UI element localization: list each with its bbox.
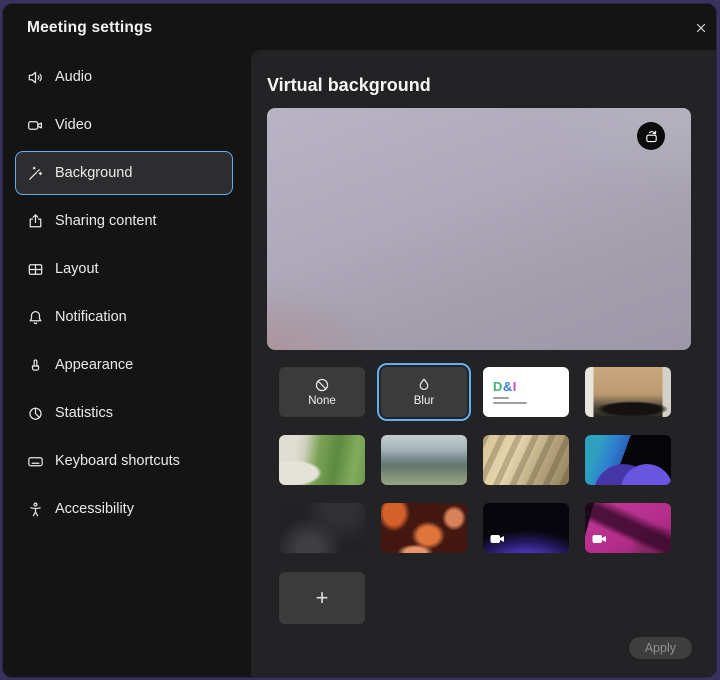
sidebar-item-sharing-content[interactable]: Sharing content	[15, 199, 233, 243]
bg-option-none[interactable]: None	[279, 367, 365, 417]
dni-logo-subtext	[493, 402, 527, 404]
flip-camera-icon	[643, 128, 660, 145]
sidebar-item-label: Appearance	[55, 357, 133, 373]
sidebar-item-statistics[interactable]: Statistics	[15, 391, 233, 435]
bg-thumbnail-abstract-blue-purple[interactable]	[585, 435, 671, 485]
sidebar-item-label: Keyboard shortcuts	[55, 453, 180, 469]
apply-button[interactable]: Apply	[629, 637, 692, 659]
bell-icon	[25, 307, 45, 327]
sidebar-item-label: Audio	[55, 69, 92, 85]
bg-option-label: Blur	[414, 396, 434, 408]
dni-logo-text: D&I	[493, 380, 517, 393]
plus-icon: +	[316, 585, 329, 611]
bg-thumbnail-pink-abstract[interactable]	[585, 503, 671, 553]
sidebar-item-layout[interactable]: Layout	[15, 247, 233, 291]
speaker-icon	[25, 67, 45, 87]
sidebar-item-label: Statistics	[55, 405, 113, 421]
paintbrush-icon	[25, 355, 45, 375]
pie-chart-icon	[25, 403, 45, 423]
video-camera-icon	[25, 115, 45, 135]
close-button[interactable]	[690, 17, 712, 39]
share-icon	[25, 211, 45, 231]
sidebar-item-accessibility[interactable]: Accessibility	[15, 487, 233, 531]
video-badge-icon	[490, 534, 505, 544]
bg-option-label: None	[308, 396, 336, 408]
bg-thumbnail-living-room[interactable]	[279, 435, 365, 485]
accessibility-icon	[25, 499, 45, 519]
bg-thumbnail-window-shadows[interactable]	[483, 435, 569, 485]
magic-wand-icon	[25, 163, 45, 183]
close-icon	[693, 20, 709, 36]
sidebar-item-video[interactable]: Video	[15, 103, 233, 147]
bg-thumbnail-purple-glow[interactable]	[483, 503, 569, 553]
bg-thumbnail-blurred-mountains[interactable]	[381, 435, 467, 485]
screen: Meeting settings Audio	[0, 0, 720, 680]
meeting-settings-dialog: Meeting settings Audio	[2, 3, 717, 678]
camera-preview	[267, 108, 691, 350]
dialog-title: Meeting settings	[27, 19, 153, 37]
sidebar-item-label: Sharing content	[55, 213, 157, 229]
sidebar-item-label: Accessibility	[55, 501, 134, 517]
sidebar-item-label: Layout	[55, 261, 99, 277]
panel-title: Virtual background	[267, 75, 431, 96]
keyboard-icon	[25, 451, 45, 471]
sidebar-item-background[interactable]: Background	[15, 151, 233, 195]
bg-thumbnail-orange-lava[interactable]	[381, 503, 467, 553]
bg-option-blur[interactable]: Blur	[381, 367, 467, 417]
bg-thumbnail-office-room[interactable]	[585, 367, 671, 417]
bg-thumbnail-dark-waves[interactable]	[279, 503, 365, 553]
prohibited-icon	[313, 376, 331, 394]
dni-logo-subtext	[493, 397, 509, 399]
sidebar-item-label: Video	[55, 117, 92, 133]
sidebar-item-appearance[interactable]: Appearance	[15, 343, 233, 387]
sidebar-item-label: Background	[55, 165, 132, 181]
sidebar-item-label: Notification	[55, 309, 127, 325]
add-background-button[interactable]: +	[279, 572, 365, 624]
water-drop-icon	[415, 376, 433, 394]
layout-grid-icon	[25, 259, 45, 279]
video-badge-icon	[592, 534, 607, 544]
settings-sidebar: Audio Video Background	[3, 50, 251, 677]
sidebar-item-keyboard-shortcuts[interactable]: Keyboard shortcuts	[15, 439, 233, 483]
bg-thumbnail-dni-logo[interactable]: D&I	[483, 367, 569, 417]
flip-camera-button[interactable]	[637, 122, 665, 150]
sidebar-item-audio[interactable]: Audio	[15, 55, 233, 99]
sidebar-item-notification[interactable]: Notification	[15, 295, 233, 339]
